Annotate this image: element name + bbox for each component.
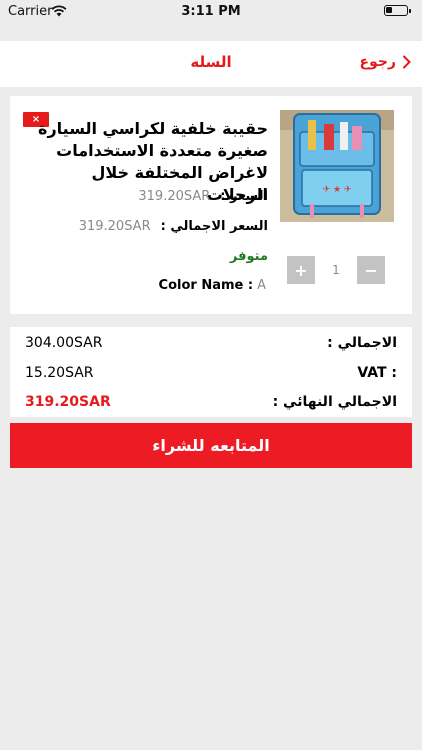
- final-total-label: الاجمالي النهائي :: [272, 394, 397, 410]
- checkout-label: المتابعه للشراء: [152, 436, 270, 455]
- color-row: Color Name : A: [159, 278, 266, 293]
- product-image[interactable]: ✈ ★ ✈: [280, 110, 394, 222]
- cart-item-card: × حقيبة خلفية لكراسي السيارة صغيرة متعدد…: [10, 96, 412, 314]
- subtotal-value: 304.00SAR: [25, 335, 103, 351]
- color-label: Color Name :: [158, 278, 254, 293]
- total-price-value: 319.20SAR: [78, 219, 151, 234]
- clock: 3:11 PM: [181, 4, 241, 19]
- quantity-decrease-button[interactable]: −: [357, 256, 385, 284]
- minus-icon: −: [364, 260, 378, 280]
- status-bar: Carrier 3:11 PM: [0, 0, 422, 24]
- availability-status: متوفر: [229, 249, 268, 264]
- quantity-increase-button[interactable]: +: [287, 256, 315, 284]
- checkout-button[interactable]: المتابعه للشراء: [10, 423, 412, 468]
- back-button[interactable]: رجوع: [360, 54, 413, 70]
- vat-value: 15.20SAR: [25, 365, 94, 381]
- final-total-value: 319.20SAR: [25, 394, 111, 410]
- battery-icon: [384, 5, 411, 16]
- subtotal-row: 304.00SAR الاجمالي :: [25, 331, 397, 355]
- final-total-row: 319.20SAR الاجمالي النهائي :: [25, 390, 397, 414]
- price-row: السعر : 319.20SAR: [38, 189, 268, 204]
- svg-text:✈ ★ ✈: ✈ ★ ✈: [323, 185, 352, 195]
- color-value: A: [257, 278, 266, 293]
- order-summary: 304.00SAR الاجمالي : 15.20SAR VAT : 319.…: [10, 327, 412, 417]
- price-label: السعر :: [220, 189, 268, 204]
- vat-label: VAT :: [357, 365, 397, 381]
- subtotal-label: الاجمالي :: [327, 335, 397, 351]
- vat-row: 15.20SAR VAT :: [25, 361, 397, 385]
- chevron-right-icon: [403, 55, 411, 69]
- price-value: 319.20SAR: [138, 189, 211, 204]
- total-price-row: السعر الاجمالي : 319.20SAR: [38, 219, 268, 234]
- total-price-label: السعر الاجمالي :: [160, 219, 268, 234]
- product-illustration: ✈ ★ ✈: [280, 110, 394, 222]
- back-label: رجوع: [359, 54, 397, 70]
- nav-bar: السله رجوع: [0, 41, 422, 87]
- plus-icon: +: [294, 260, 308, 280]
- quantity-value: 1: [332, 263, 340, 277]
